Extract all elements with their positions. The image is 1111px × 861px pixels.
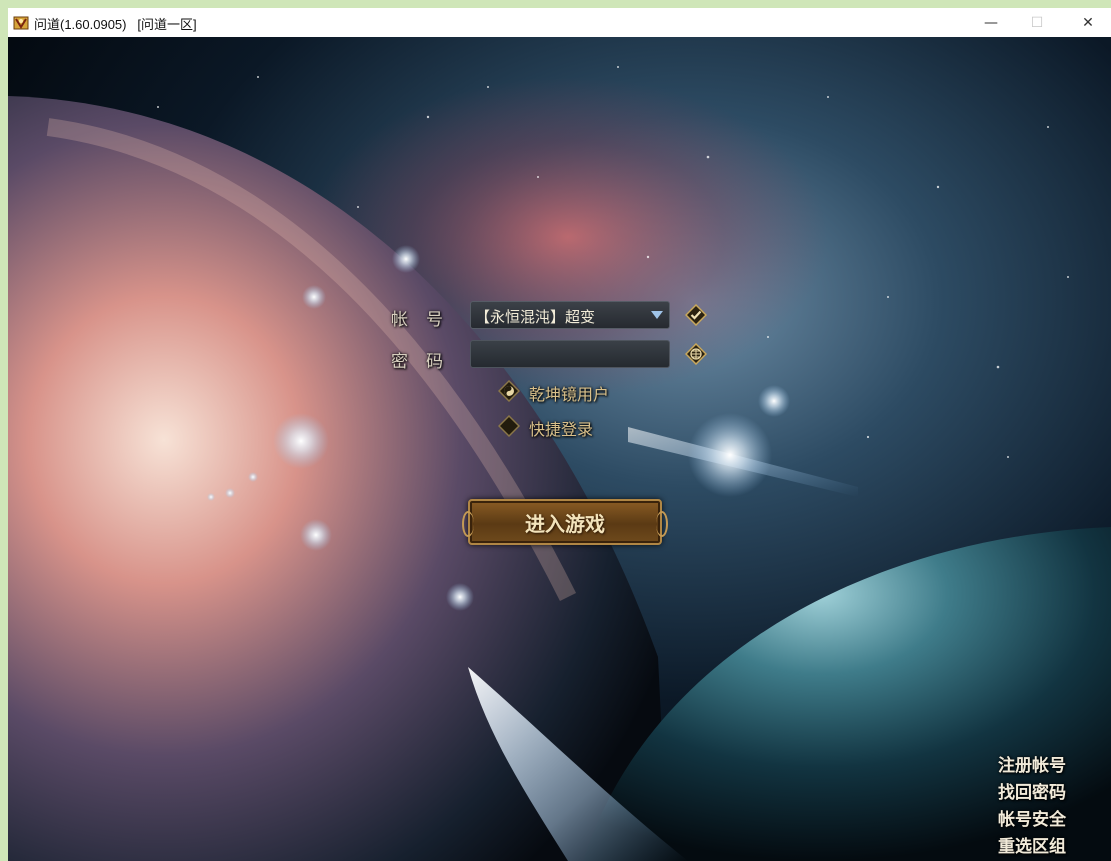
account-value: 【永恒混沌】超变 [475,308,596,326]
side-links: 注册帐号 找回密码 帐号安全 重选区组 [998,753,1066,861]
game-login-screen: 帐号 【永恒混沌】超变 密码 乾坤镜用户 快捷登录 进入游戏 注册帐号 找回密码… [8,37,1111,861]
quick-login-label[interactable]: 快捷登录 [529,416,593,440]
account-dropdown[interactable]: 【永恒混沌】超变 [470,301,670,329]
app-window: 问道(1.60.0905) [问道一区] — ☐ ✕ 帐号 【永恒混沌】超变 密… [0,0,1111,861]
register-account-link[interactable]: 注册帐号 [998,753,1066,780]
password-input[interactable] [470,340,670,368]
quick-login-checkbox[interactable] [498,415,520,437]
game-app-icon [13,16,29,30]
recover-password-link[interactable]: 找回密码 [998,780,1066,807]
reselect-server-link[interactable]: 重选区组 [998,834,1066,861]
qiankun-user-label[interactable]: 乾坤镜用户 [529,381,609,405]
window-title: 问道(1.60.0905) [问道一区] [34,17,197,32]
password-label: 密码 [391,352,461,372]
account-security-link[interactable]: 帐号安全 [998,807,1066,834]
close-button[interactable]: ✕ [1065,8,1111,37]
soft-keyboard-icon[interactable] [685,343,707,365]
maximize-button[interactable]: ☐ [1014,8,1060,37]
yin-yang-icon[interactable] [498,380,520,402]
chevron-down-icon[interactable] [651,311,663,319]
minimize-button[interactable]: — [968,8,1014,37]
enter-game-button[interactable]: 进入游戏 [462,499,668,545]
title-bar[interactable]: 问道(1.60.0905) [问道一区] — ☐ ✕ [8,8,1111,38]
checkmark-icon[interactable] [685,304,707,326]
account-label: 帐号 [391,310,461,330]
space-background [8,37,1111,861]
